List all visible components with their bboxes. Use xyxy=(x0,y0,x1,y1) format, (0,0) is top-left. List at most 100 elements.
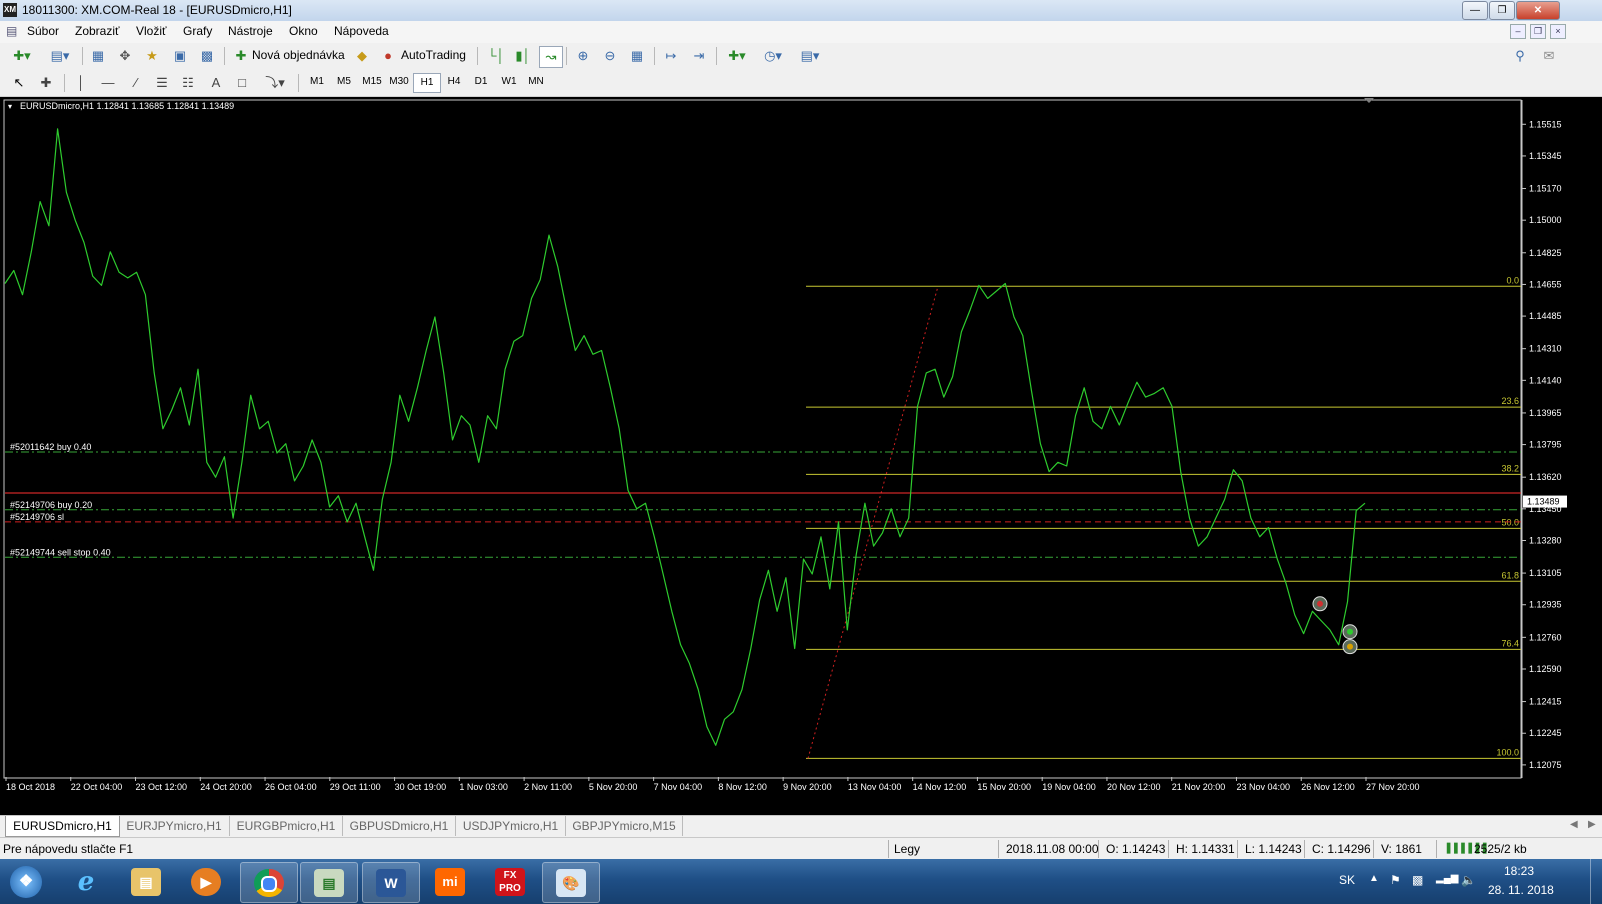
mdi-minimize-button[interactable]: – xyxy=(1510,24,1526,39)
taskbar-metatrader[interactable]: ▤ xyxy=(300,862,358,903)
timeframe-m15[interactable]: M15 xyxy=(359,73,385,91)
cursor-icon[interactable]: ↖ xyxy=(10,73,28,93)
bar-chart-icon[interactable]: └│ xyxy=(485,46,507,66)
equidistant-channel-icon[interactable]: ☰ xyxy=(152,73,172,93)
menu-tools[interactable]: Nástroje xyxy=(228,24,273,38)
arrows-icon[interactable]: ⤵▾ xyxy=(260,73,290,93)
chart-window[interactable]: 0.0 23.6 38.2 50.0 61.8 76.4 100.0 #52011642 b… xyxy=(0,97,1602,815)
clock-time[interactable]: 18:23 xyxy=(1504,864,1534,878)
search-icon[interactable]: ⚲ xyxy=(1510,46,1530,66)
status-profile[interactable]: Legy xyxy=(894,842,920,856)
window-titlebar[interactable]: XM 18011300: XM.COM-Real 18 - [EURUSDmic… xyxy=(0,0,1602,22)
volume-muted-icon[interactable]: 🔈 xyxy=(1461,873,1476,887)
taskbar-paint[interactable]: 🎨 xyxy=(542,862,600,903)
timeframe-w1[interactable]: W1 xyxy=(496,73,522,91)
windows-logo-icon: ❖ xyxy=(10,866,42,898)
taskbar-mi[interactable]: mi xyxy=(422,862,478,901)
taskbar-chrome[interactable] xyxy=(240,862,298,903)
show-desktop-button[interactable] xyxy=(1590,859,1602,904)
menu-file[interactable]: Súbor xyxy=(27,24,59,38)
drawing-toolbar: ↖ ✚ │ — ∕ ☰ ☷ A □ ⤵▾ M1 M5 M15 M30 H1 H4… xyxy=(0,70,1602,97)
timeframe-m30[interactable]: M30 xyxy=(386,73,412,91)
tab-eurgbpmicro-h1[interactable]: EURGBPmicro,H1 xyxy=(230,816,343,836)
network-signal-icon[interactable]: ▂▄▆ xyxy=(1436,873,1458,884)
y-tick-label: 1.13965 xyxy=(1529,408,1562,418)
tab-usdjpymicro-h1[interactable]: USDJPYmicro,H1 xyxy=(456,816,566,836)
action-center-flag-icon[interactable]: ⚑ xyxy=(1390,873,1401,887)
toolbar-separator xyxy=(82,47,83,65)
menu-help[interactable]: Nápoveda xyxy=(334,24,389,38)
auto-scroll-icon[interactable]: ↦ xyxy=(660,46,682,66)
close-button[interactable]: ✕ xyxy=(1516,1,1560,20)
tab-eurjpymicro-h1[interactable]: EURJPYmicro,H1 xyxy=(119,816,230,836)
timeframe-mn[interactable]: MN xyxy=(523,73,549,91)
taskbar-fxpro[interactable]: FX PRO xyxy=(482,862,538,901)
menu-window[interactable]: Okno xyxy=(289,24,318,38)
fibonacci-icon[interactable]: ☷ xyxy=(178,73,198,93)
candlestick-icon[interactable]: ▮│ xyxy=(512,46,534,66)
taskbar-file-explorer[interactable]: ▤ xyxy=(118,862,174,901)
chart-shift-icon[interactable]: ⇥ xyxy=(688,46,710,66)
line-chart-icon[interactable]: ↝ xyxy=(539,46,563,68)
toolbar-separator xyxy=(566,47,567,65)
periods-icon[interactable]: ◷▾ xyxy=(758,46,788,66)
tabs-scroll-right-icon[interactable]: ▶ xyxy=(1588,819,1596,830)
timeframe-h1[interactable]: H1 xyxy=(413,73,441,93)
timeframe-m5[interactable]: M5 xyxy=(331,73,357,91)
market-watch-icon[interactable]: ▦ xyxy=(88,46,108,66)
minimize-button[interactable]: — xyxy=(1462,1,1488,20)
start-button[interactable]: ❖ xyxy=(0,862,50,901)
taskbar-media-player[interactable]: ▶ xyxy=(178,862,234,901)
fib-level-label: 0.0 xyxy=(1506,275,1519,285)
horizontal-line-icon[interactable]: — xyxy=(98,73,118,93)
x-tick-label: 2 Nov 11:00 xyxy=(524,782,572,792)
clock-date[interactable]: 28. 11. 2018 xyxy=(1488,883,1554,897)
navigator-icon[interactable]: ✥ xyxy=(115,46,135,66)
indicators-icon[interactable]: ✚▾ xyxy=(722,46,752,66)
device-icon[interactable]: ▩ xyxy=(1412,873,1423,887)
language-indicator[interactable]: SK xyxy=(1339,873,1355,887)
tab-eurusdmicro-h1[interactable]: EURUSDmicro,H1 xyxy=(5,816,120,837)
maximize-button[interactable]: ❐ xyxy=(1489,1,1515,20)
tabs-scroll-left-icon[interactable]: ◀ xyxy=(1570,819,1578,830)
menu-insert[interactable]: Vložiť xyxy=(136,24,167,38)
metaeditor-icon[interactable]: ◆ xyxy=(352,46,372,66)
vertical-line-icon[interactable]: │ xyxy=(72,73,90,93)
templates-icon[interactable]: ▤▾ xyxy=(794,46,826,66)
terminal-icon[interactable]: ▣ xyxy=(170,46,190,66)
timeframe-d1[interactable]: D1 xyxy=(468,73,494,91)
y-tick-label: 1.12415 xyxy=(1529,697,1562,707)
mdi-close-button[interactable]: × xyxy=(1550,24,1566,39)
chart-window-icon[interactable]: ▤ xyxy=(6,24,17,38)
collapse-arrow-icon[interactable]: ▾ xyxy=(8,102,12,111)
status-open: O: 1.14243 xyxy=(1106,842,1166,856)
data-window-icon[interactable]: ★ xyxy=(142,46,162,66)
profiles-icon[interactable]: ▤▾ xyxy=(45,46,75,66)
trendline-icon[interactable]: ∕ xyxy=(126,73,146,93)
menu-charts[interactable]: Grafy xyxy=(183,24,212,38)
zoom-in-icon[interactable]: ⊕ xyxy=(572,46,594,66)
chat-icon[interactable]: ✉ xyxy=(1538,46,1560,66)
mdi-restore-button[interactable]: ❐ xyxy=(1530,24,1546,39)
x-tick-label: 23 Oct 12:00 xyxy=(136,782,188,792)
new-chart-icon[interactable]: ✚▾ xyxy=(8,46,36,66)
zoom-out-icon[interactable]: ⊖ xyxy=(599,46,621,66)
menu-view[interactable]: Zobraziť xyxy=(75,24,120,38)
text-icon[interactable]: A xyxy=(206,73,226,93)
text-label-icon[interactable]: □ xyxy=(232,73,252,93)
new-order-button[interactable]: Nová objednávka xyxy=(252,45,345,65)
show-hidden-icons-icon[interactable]: ▲ xyxy=(1369,873,1379,884)
autotrading-button[interactable]: AutoTrading xyxy=(401,45,466,65)
plot-area xyxy=(3,99,1522,779)
price-chart[interactable]: 0.0 23.6 38.2 50.0 61.8 76.4 100.0 #52011642 b… xyxy=(0,97,1602,815)
timeframe-h4[interactable]: H4 xyxy=(441,73,467,91)
crosshair-icon[interactable]: ✚ xyxy=(36,73,56,93)
taskbar-internet-explorer[interactable]: e xyxy=(58,862,114,901)
tab-gbpusdmicro-h1[interactable]: GBPUSDmicro,H1 xyxy=(343,816,456,836)
timeframe-m1[interactable]: M1 xyxy=(304,73,330,91)
tab-gbpjpymicro-m15[interactable]: GBPJPYmicro,M15 xyxy=(566,816,683,836)
strategy-tester-icon[interactable]: ▩ xyxy=(197,46,217,66)
y-tick-label: 1.12075 xyxy=(1529,760,1562,770)
taskbar-word[interactable]: W xyxy=(362,862,420,903)
tile-windows-icon[interactable]: ▦ xyxy=(626,46,648,66)
